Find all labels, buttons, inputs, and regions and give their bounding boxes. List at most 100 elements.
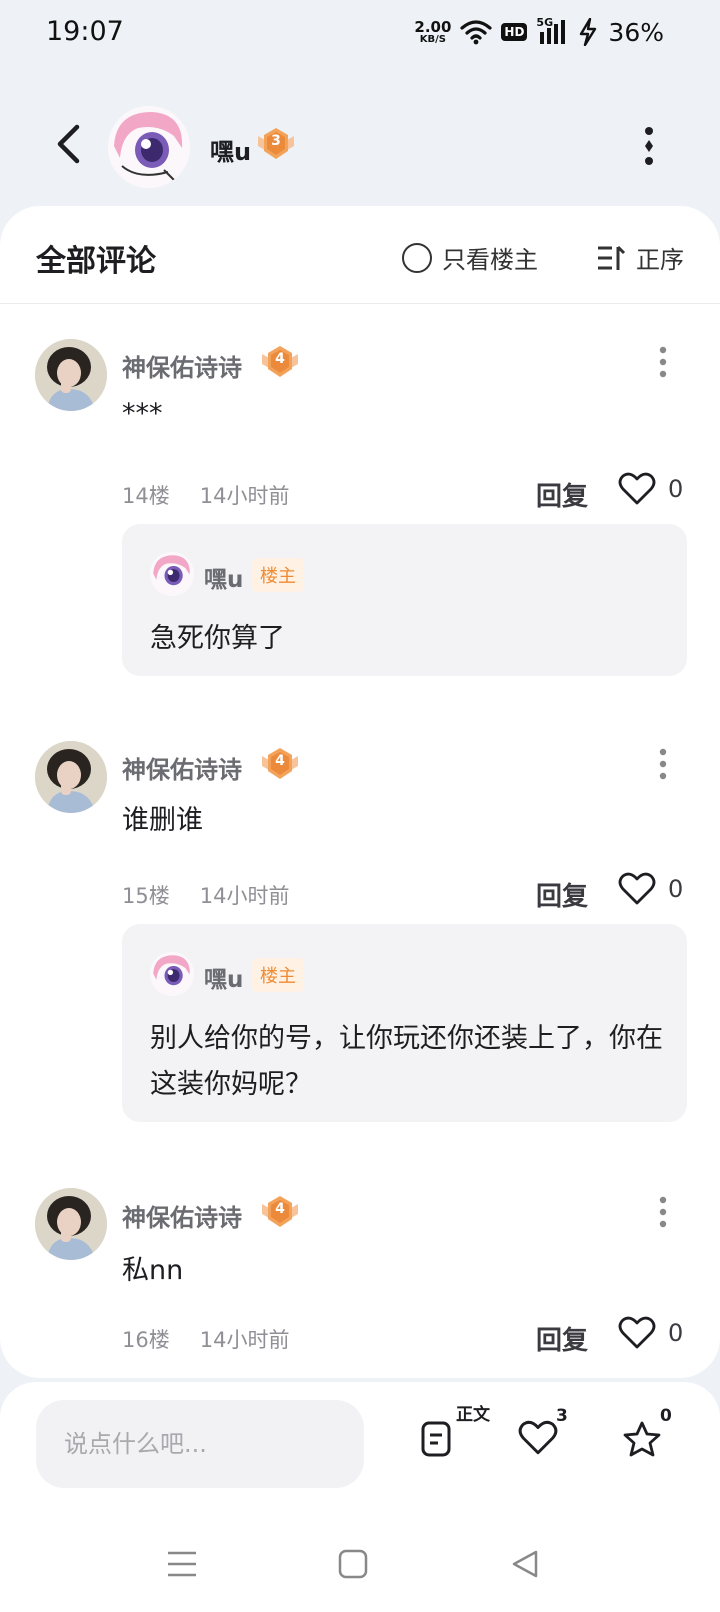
floor-number: 14楼 <box>122 484 170 508</box>
back-button[interactable] <box>44 116 92 172</box>
level-badge: 3 <box>256 126 296 166</box>
reply-author-avatar[interactable] <box>150 552 194 596</box>
comment-time: 14小时前 <box>199 884 290 908</box>
post-header: 嘿u 3 <box>0 96 720 202</box>
all-comments-title: 全部评论 <box>36 244 156 279</box>
star-icon <box>623 1421 661 1457</box>
more-vertical-icon <box>659 1196 667 1228</box>
reply-button[interactable]: 回复 <box>536 1320 588 1357</box>
op-tag: 楼主 <box>252 958 304 992</box>
op-only-label: 只看楼主 <box>442 246 538 274</box>
comment-more-button[interactable] <box>650 744 676 784</box>
more-vertical-icon <box>645 127 653 165</box>
comment-item: 神保佑诗诗 4 *** 14楼 14小时前 回复 0 嘿u 楼主 急死你算了 <box>0 304 720 704</box>
author-name[interactable]: 嘿u <box>210 132 251 167</box>
reply-author-name[interactable]: 嘿u <box>204 960 243 994</box>
commenter-avatar[interactable] <box>35 1188 107 1260</box>
article-button[interactable]: 正文 <box>420 1405 490 1462</box>
level-badge: 4 <box>260 746 300 786</box>
level-number: 4 <box>275 1201 285 1217</box>
like-count: 0 <box>668 475 684 503</box>
heart-icon <box>618 472 656 505</box>
reply-author-avatar[interactable] <box>150 952 194 996</box>
more-options-button[interactable] <box>634 124 664 168</box>
net-speed-value: 2.00 <box>414 17 452 36</box>
commenter-name[interactable]: 神保佑诗诗 <box>122 348 242 383</box>
user-photo-avatar-icon <box>35 339 107 411</box>
op-tag: 楼主 <box>252 558 304 592</box>
radio-circle-icon <box>402 242 432 273</box>
anime-avatar-icon <box>150 552 194 596</box>
like-button[interactable]: 0 <box>618 1316 683 1350</box>
comment-meta: 15楼 14小时前 <box>122 880 289 910</box>
post-like-count: 3 <box>556 1406 568 1426</box>
status-bar: 19:07 2.00 KB/S HD 5G 36% <box>0 0 720 66</box>
comment-item: 神保佑诗诗 4 谁删谁 15楼 14小时前 回复 0 嘿u 楼主 别人给你的号，… <box>0 706 720 1154</box>
sort-order-button[interactable]: 正序 <box>596 240 684 275</box>
user-photo-avatar-icon <box>35 741 107 813</box>
anime-avatar-icon <box>108 106 190 188</box>
reply-preview[interactable]: 嘿u 楼主 急死你算了 <box>122 524 687 676</box>
reply-author-name[interactable]: 嘿u <box>204 560 243 594</box>
comment-text: *** <box>122 398 163 429</box>
system-nav-bar <box>0 1532 720 1612</box>
home-square-icon[interactable] <box>338 1549 368 1579</box>
commenter-avatar[interactable] <box>35 339 107 411</box>
sort-label: 正序 <box>636 246 684 274</box>
author-avatar[interactable] <box>108 106 190 188</box>
more-vertical-icon <box>659 748 667 780</box>
more-vertical-icon <box>659 346 667 378</box>
commenter-name[interactable]: 神保佑诗诗 <box>122 750 242 785</box>
comment-time: 14小时前 <box>199 484 290 508</box>
reply-button[interactable]: 回复 <box>536 876 588 913</box>
battery-percent: 36% <box>608 17 664 47</box>
charging-bolt-icon <box>580 18 597 46</box>
comment-time: 14小时前 <box>199 1328 290 1352</box>
menu-icon[interactable] <box>167 1550 197 1578</box>
level-number: 4 <box>275 753 285 769</box>
net-speed: 2.00 KB/S <box>414 17 452 45</box>
level-badge: 4 <box>260 1194 300 1234</box>
commenter-name[interactable]: 神保佑诗诗 <box>122 1198 242 1233</box>
comment-more-button[interactable] <box>650 1192 676 1232</box>
heart-icon <box>618 872 656 905</box>
post-like-button[interactable]: 3 <box>518 1406 568 1460</box>
status-icons: 2.00 KB/S HD 5G 36% <box>414 14 664 50</box>
level-number: 4 <box>275 351 285 367</box>
heart-icon <box>518 1420 558 1455</box>
sort-icon <box>598 245 626 270</box>
commenter-avatar[interactable] <box>35 741 107 813</box>
favorite-count: 0 <box>660 1406 672 1426</box>
reply-text: 急死你算了 <box>150 623 285 654</box>
chevron-left-icon <box>57 124 80 164</box>
level-number: 3 <box>271 133 281 149</box>
anime-avatar-icon <box>150 952 194 996</box>
comment-meta: 16楼 14小时前 <box>122 1324 289 1354</box>
wifi-icon <box>460 20 493 45</box>
reply-text: 别人给你的号，让你玩还你还装上了，你在这装你妈呢？ <box>150 1023 663 1100</box>
comment-item: 神保佑诗诗 4 私nn 16楼 14小时前 回复 0 <box>0 1156 720 1378</box>
hd-badge: HD <box>501 23 528 41</box>
level-badge: 4 <box>260 344 300 384</box>
floor-number: 15楼 <box>122 884 170 908</box>
back-triangle-icon[interactable] <box>510 1549 540 1579</box>
net-speed-unit: KB/S <box>419 33 447 45</box>
heart-icon <box>618 1316 656 1349</box>
op-only-toggle[interactable]: 只看楼主 <box>402 240 538 275</box>
like-button[interactable]: 0 <box>618 872 683 906</box>
comment-text: 私nn <box>122 1255 184 1286</box>
document-icon <box>421 1421 451 1457</box>
reply-preview[interactable]: 嘿u 楼主 别人给你的号，让你玩还你还装上了，你在这装你妈呢？ <box>122 924 687 1122</box>
like-button[interactable]: 0 <box>618 472 683 506</box>
favorite-button[interactable]: 0 <box>622 1406 672 1462</box>
comment-more-button[interactable] <box>650 342 676 382</box>
reply-button[interactable]: 回复 <box>536 476 588 513</box>
user-photo-avatar-icon <box>35 1188 107 1260</box>
article-label: 正文 <box>456 1405 490 1425</box>
signal-icon: 5G <box>536 16 570 46</box>
comment-input[interactable] <box>36 1400 364 1488</box>
comment-action-bar: 正文 3 0 <box>0 1382 720 1532</box>
like-count: 0 <box>668 875 684 903</box>
like-count: 0 <box>668 1319 684 1347</box>
comment-text: 谁删谁 <box>122 805 203 836</box>
